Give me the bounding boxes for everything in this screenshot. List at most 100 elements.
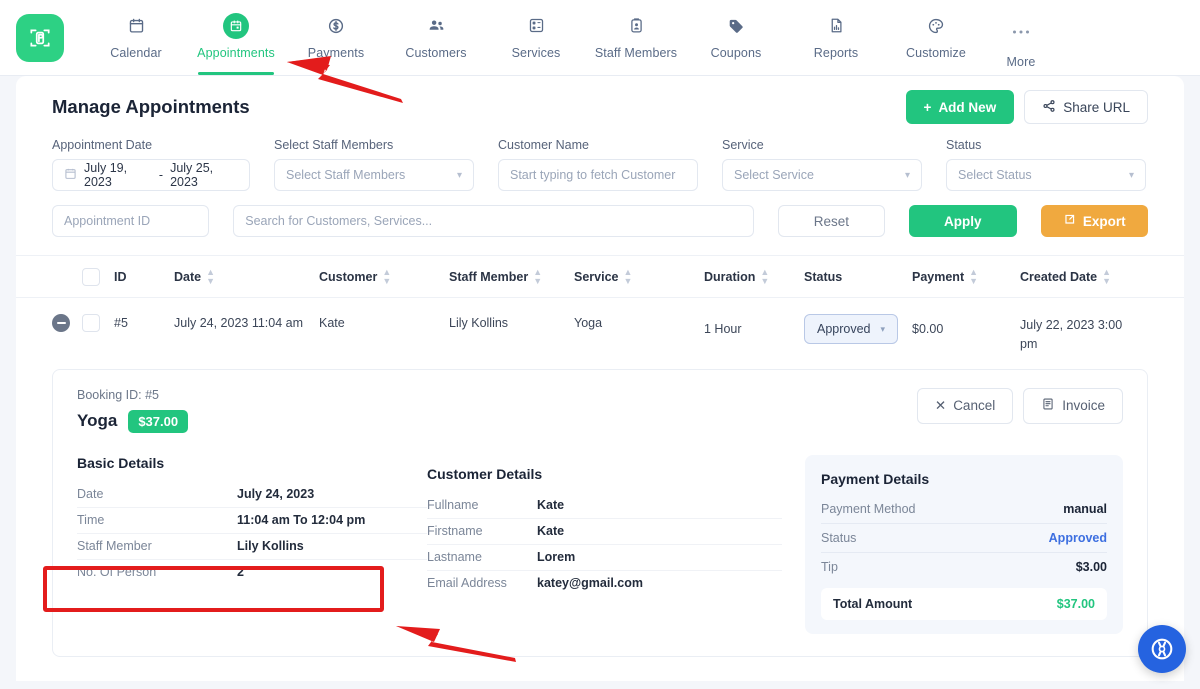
payment-value: $0.00: [912, 322, 944, 336]
column-label: Payment: [912, 269, 965, 284]
apply-button[interactable]: Apply: [909, 205, 1017, 237]
sort-icon[interactable]: ▲ ▼: [206, 267, 215, 286]
detail-key: No. Of Person: [77, 565, 157, 580]
header-actions: + Add New Share URL: [905, 90, 1148, 124]
column-header-status[interactable]: Status: [804, 270, 912, 284]
column-label: Date: [174, 269, 202, 284]
detail-key: Date: [77, 486, 104, 501]
share-icon: [1042, 99, 1056, 116]
column-header-service[interactable]: Service ▲ ▼: [574, 267, 704, 286]
palette-icon: [927, 13, 945, 39]
nav-item-coupons[interactable]: Coupons: [686, 7, 786, 60]
reset-button[interactable]: Reset: [777, 205, 886, 237]
sort-icon[interactable]: ▲ ▼: [623, 267, 632, 286]
nav-items: Calendar Appointments Payments Customers…: [86, 7, 1200, 75]
nav-item-customers[interactable]: Customers: [386, 7, 486, 60]
column-header-created-date[interactable]: Created Date ▲ ▼: [1020, 267, 1140, 286]
services-grid-icon: [528, 13, 545, 39]
payment-status-value: Approved: [1048, 530, 1107, 545]
select-all-cell: [82, 267, 114, 286]
status-dropdown[interactable]: Approved ▾: [804, 314, 899, 344]
status-value: Approved: [817, 322, 871, 336]
staff-members-placeholder: Select Staff Members: [286, 168, 406, 182]
nav-label: Payments: [307, 45, 365, 60]
sort-icon[interactable]: ▲ ▼: [969, 267, 978, 286]
cell-payment: $0.00: [912, 314, 1020, 339]
nav-label: Coupons: [710, 45, 762, 60]
manage-appointments-page: Manage Appointments + Add New Share URL: [16, 76, 1184, 681]
service-placeholder: Select Service: [734, 168, 814, 182]
nav-item-more[interactable]: More: [986, 7, 1056, 69]
column-label: Created Date: [1020, 269, 1098, 284]
add-new-button[interactable]: + Add New: [905, 90, 1015, 124]
invoice-icon: [1041, 397, 1055, 414]
nav-item-services[interactable]: Services: [486, 7, 586, 60]
detail-value: Lorem: [537, 550, 576, 565]
sort-icon[interactable]: ▲ ▼: [1102, 267, 1111, 286]
column-header-id[interactable]: ID: [114, 270, 174, 284]
bookly-logo-icon[interactable]: [16, 13, 64, 62]
share-url-button[interactable]: Share URL: [1024, 90, 1148, 124]
select-all-checkbox[interactable]: [82, 267, 100, 286]
basic-details-title: Basic Details: [77, 454, 165, 471]
appointment-detail-panel: Booking ID: #5 Yoga $37.00 ✕ Cancel Invo…: [52, 368, 1148, 657]
staff-members-select[interactable]: Select Staff Members ▾: [274, 159, 474, 191]
column-header-customer[interactable]: Customer ▲ ▼: [319, 267, 449, 286]
appointments-icon: [223, 12, 249, 39]
cancel-button[interactable]: ✕ Cancel: [916, 387, 1014, 424]
page-title: Manage Appointments: [52, 96, 250, 117]
cell-date: July 24, 2023 11:04 am: [174, 316, 304, 330]
cell-status: Approved ▾: [804, 314, 912, 344]
detail-row: Fullname Kate: [427, 492, 782, 518]
nav-item-payments[interactable]: Payments: [286, 7, 386, 60]
date-start: July 19, 2023: [84, 161, 128, 189]
add-new-label: Add New: [938, 99, 997, 115]
row-expander-cell: [52, 314, 82, 332]
column-header-duration[interactable]: Duration ▲ ▼: [704, 267, 804, 286]
total-amount-label: Total Amount: [833, 596, 913, 611]
customer-name-placeholder: Start typing to fetch Customer: [510, 168, 676, 182]
sort-icon[interactable]: ▲ ▼: [533, 267, 542, 286]
nav-label: Reports: [813, 45, 859, 60]
active-tab-underline: [198, 71, 274, 75]
export-button[interactable]: Export: [1040, 205, 1148, 237]
appointment-id-input[interactable]: Appointment ID: [52, 205, 210, 237]
customer-name-label: Customer Name: [498, 138, 589, 152]
nav-item-customize[interactable]: Customize: [886, 7, 986, 60]
cell-customer: Kate: [319, 316, 345, 330]
duration-value: 1 Hour: [704, 322, 742, 336]
payment-key: Payment Method: [821, 501, 916, 516]
sort-icon[interactable]: ▲ ▼: [760, 267, 769, 286]
close-icon: ✕: [934, 397, 947, 413]
status-select[interactable]: Select Status ▾: [946, 159, 1146, 191]
nav-item-appointments[interactable]: Appointments: [186, 7, 286, 75]
nav-item-calendar[interactable]: Calendar: [86, 7, 186, 60]
payment-value: manual: [1063, 501, 1107, 516]
column-header-date[interactable]: Date ▲ ▼: [174, 267, 319, 286]
apply-label: Apply: [944, 213, 982, 229]
customer-details-title: Customer Details: [427, 465, 543, 482]
id-badge-icon: [628, 13, 645, 39]
column-header-staff-member[interactable]: Staff Member ▲ ▼: [449, 267, 574, 286]
calendar-icon: [64, 167, 77, 183]
service-select[interactable]: Select Service ▾: [722, 159, 922, 191]
basic-details-list: Date July 24, 2023 Time 11:04 am To 12:0…: [77, 481, 427, 585]
invoice-button[interactable]: Invoice: [1023, 387, 1123, 424]
column-header-payment[interactable]: Payment ▲ ▼: [912, 267, 1020, 286]
customers-icon: [427, 13, 446, 39]
nav-item-reports[interactable]: Reports: [786, 7, 886, 60]
nav-item-staff-members[interactable]: Staff Members: [586, 7, 686, 60]
cell-staff-member: Lily Kollins: [449, 316, 509, 330]
appointment-date-input[interactable]: July 19, 2023 - July 25, 2023: [52, 159, 250, 191]
row-checkbox[interactable]: [82, 314, 100, 332]
service-label: Service: [722, 138, 764, 152]
calendar-icon: [128, 13, 145, 39]
payment-row: Tip $3.00: [821, 553, 1107, 582]
search-input[interactable]: Search for Customers, Services...: [233, 205, 754, 237]
customer-name-input[interactable]: Start typing to fetch Customer: [498, 159, 698, 191]
app-root: Calendar Appointments Payments Customers…: [0, 0, 1200, 689]
sort-icon[interactable]: ▲ ▼: [382, 267, 391, 286]
collapse-row-button[interactable]: [52, 314, 70, 332]
help-button[interactable]: [1138, 625, 1186, 673]
detail-value: 11:04 am To 12:04 pm: [237, 513, 366, 528]
